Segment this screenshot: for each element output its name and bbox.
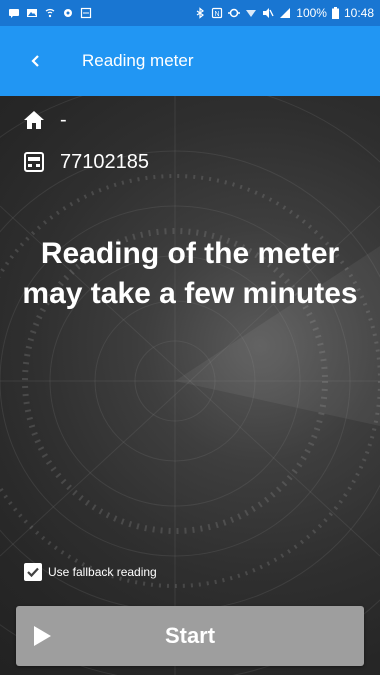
gallery-icon (27, 9, 37, 17)
signal-icon (280, 8, 291, 18)
meter-number: 77102185 (60, 150, 149, 173)
status-bar: N 100% 10:48 (0, 0, 380, 26)
meter-number-row: 77102185 (22, 150, 149, 174)
address-value: - (60, 108, 67, 131)
address-row: - (22, 108, 67, 132)
sync-icon (228, 8, 241, 18)
mute-icon (263, 8, 274, 18)
bluetooth-icon (196, 7, 205, 19)
fallback-checkbox[interactable] (24, 563, 42, 581)
chevron-left-icon (31, 55, 39, 67)
wifi-icon (246, 10, 257, 17)
message-icon (9, 9, 19, 18)
radar-background (0, 96, 380, 675)
nfc-icon: N (212, 7, 223, 19)
status-time: 10:48 (343, 6, 374, 20)
page-title: Reading meter (82, 51, 194, 70)
wifi-signal-icon (45, 8, 55, 18)
battery-percent: 100% (296, 6, 327, 20)
battery-icon (331, 7, 339, 19)
reading-screen: - 77102185 Reading of the meter may take… (0, 96, 380, 675)
fallback-reading-option[interactable]: Use fallback reading (24, 563, 157, 581)
status-bar-notifications (0, 7, 92, 19)
home-icon (22, 108, 46, 132)
checkmark-icon (27, 567, 39, 578)
fallback-label: Use fallback reading (48, 565, 157, 579)
meter-icon (22, 150, 46, 174)
svg-text:N: N (215, 11, 220, 18)
start-button-label: Start (164, 623, 216, 648)
reading-message: Reading of the meter may take a few minu… (22, 237, 358, 310)
start-button[interactable]: Start (16, 606, 364, 666)
back-button[interactable] (8, 33, 64, 89)
status-bar-system: N 100% 10:48 (194, 6, 380, 20)
app-bar: Reading meter (0, 26, 380, 96)
location-icon (64, 9, 72, 17)
image-icon (80, 7, 92, 19)
